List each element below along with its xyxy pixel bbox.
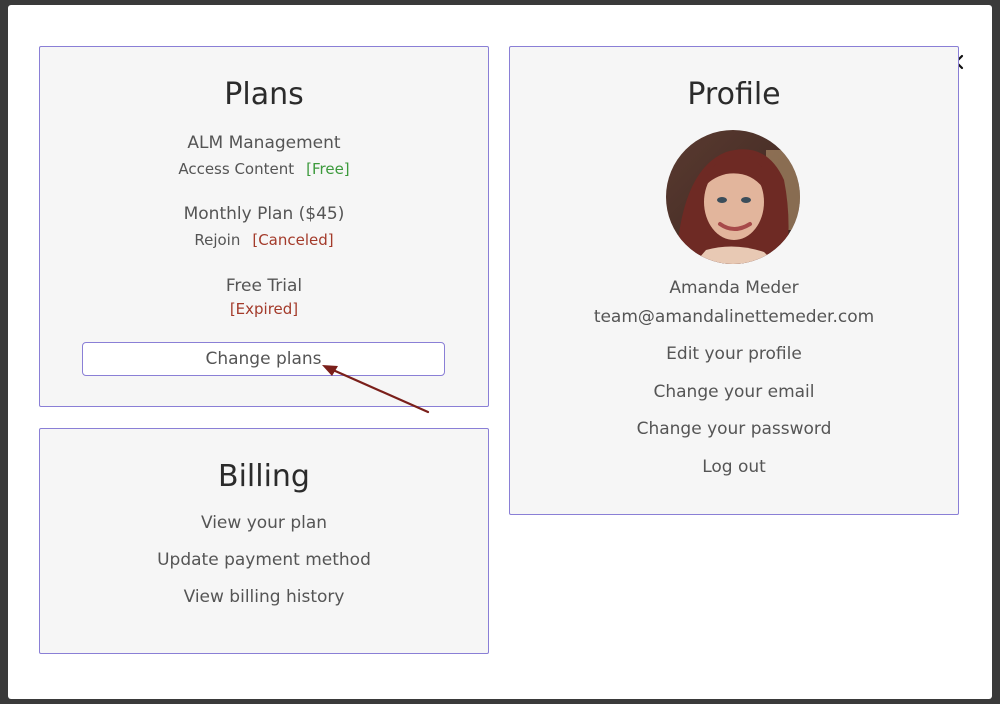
change-password-link[interactable]: Change your password [510,419,958,439]
profile-title: Profile [687,77,781,112]
plan-status-row: [Expired] [40,300,488,318]
access-content-link[interactable]: Access Content [178,160,294,178]
change-email-link[interactable]: Change your email [510,382,958,402]
plan-name: ALM Management [187,133,341,153]
profile-card: Profile Amanda Meder team@amandalinettem… [509,46,959,515]
view-plan-link[interactable]: View your plan [40,513,488,533]
profile-email: team@amandalinettemeder.com [593,307,875,327]
plan-status-canceled: [Canceled] [252,231,334,249]
update-payment-link[interactable]: Update payment method [40,550,488,570]
plans-card: Plans ALM Management Access Content [Free… [39,46,489,407]
billing-card: Billing View your plan Update payment me… [39,428,489,654]
plan-name: Free Trial [225,276,303,296]
billing-title: Billing [218,459,310,494]
plans-title: Plans [224,77,304,112]
plan-row: Rejoin [Canceled] [40,231,488,249]
logout-link[interactable]: Log out [510,457,958,477]
plan-row: Access Content [Free] [40,160,488,178]
avatar [666,130,800,264]
account-modal: Plans ALM Management Access Content [Free… [8,5,992,699]
plan-status-free: [Free] [306,160,350,178]
plan-name: Monthly Plan ($45) [183,204,345,224]
rejoin-link[interactable]: Rejoin [194,231,240,249]
billing-history-link[interactable]: View billing history [40,587,488,607]
plan-status-expired: [Expired] [229,300,299,318]
profile-name: Amanda Meder [669,278,799,298]
edit-profile-link[interactable]: Edit your profile [510,344,958,364]
change-plans-button[interactable]: Change plans [82,342,445,376]
